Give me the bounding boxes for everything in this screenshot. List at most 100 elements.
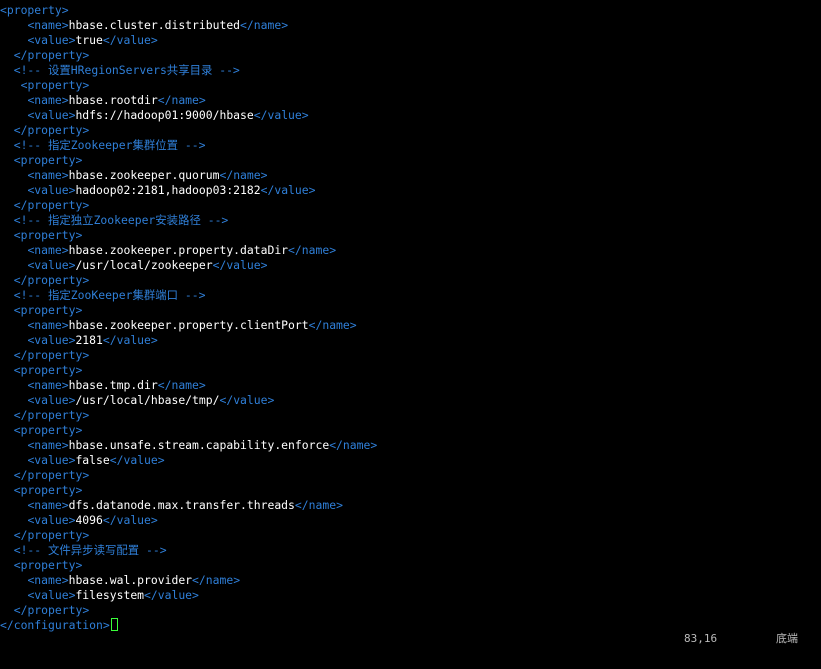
tag-name: property <box>27 273 83 287</box>
tag-bracket: > <box>336 498 343 512</box>
xml-comment: <!-- 设置HRegionServers共享目录 --> <box>13 63 240 77</box>
tag-bracket: </ <box>13 48 28 62</box>
tag-name: value <box>116 33 151 47</box>
tag-name: value <box>34 513 69 527</box>
tag-name: property <box>27 48 83 62</box>
tag-name: property <box>27 528 83 542</box>
code-line: </property> <box>0 408 821 423</box>
code-line: <name>hbase.zookeeper.property.dataDir</… <box>0 243 821 258</box>
tag-bracket: < <box>0 3 7 17</box>
xml-comment: <!-- 指定独立Zookeeper安装路径 --> <box>13 213 229 227</box>
tag-bracket: </ <box>13 408 28 422</box>
code-line: <value>filesystem</value> <box>0 588 821 603</box>
tag-bracket: > <box>82 273 90 287</box>
tag-name: value <box>267 108 302 122</box>
tag-bracket: </ <box>102 513 117 527</box>
tag-bracket: > <box>233 573 241 587</box>
tag-name: property <box>20 153 76 167</box>
tag-bracket: </ <box>308 318 323 332</box>
tag-bracket: > <box>349 318 357 332</box>
code-line: <name>hbase.cluster.distributed</name> <box>0 18 821 33</box>
tag-name: value <box>274 183 309 197</box>
tag-bracket: > <box>75 153 83 167</box>
status-line: 83,16 底端 <box>0 633 821 645</box>
tag-name: value <box>34 453 69 467</box>
tag-bracket: > <box>82 348 90 362</box>
code-line: <name>hbase.tmp.dir</name> <box>0 378 821 393</box>
tag-bracket: > <box>61 3 69 17</box>
tag-bracket: > <box>61 378 69 392</box>
tag-name: name <box>34 498 62 512</box>
tag-bracket: </ <box>13 528 28 542</box>
xml-comment: <!-- 文件异步读写配置 --> <box>13 543 167 557</box>
code-line: </property> <box>0 528 821 543</box>
tag-bracket: < <box>13 153 21 167</box>
code-line: </property> <box>0 468 821 483</box>
tag-name: property <box>27 198 83 212</box>
element-value: true <box>75 33 103 47</box>
element-value: false <box>75 453 110 467</box>
tag-name: property <box>27 78 83 92</box>
tag-bracket: > <box>281 18 289 32</box>
tag-bracket: </ <box>13 198 28 212</box>
tag-bracket: > <box>61 318 69 332</box>
tag-name: property <box>20 483 76 497</box>
tag-bracket: < <box>13 303 21 317</box>
element-value: 4096 <box>75 513 103 527</box>
terminal-editor[interactable]: <property> <name>hbase.cluster.distribut… <box>0 3 821 639</box>
tag-bracket: > <box>157 453 165 467</box>
code-line: <value>false</value> <box>0 453 821 468</box>
code-line: <property> <box>0 558 821 573</box>
element-value: 2181 <box>75 333 103 347</box>
tag-bracket: </ <box>294 498 309 512</box>
tag-name: value <box>34 33 69 47</box>
tag-bracket: > <box>75 363 83 377</box>
element-value: hadoop02:2181,hadoop03:2182 <box>75 183 261 197</box>
tag-bracket: > <box>150 33 158 47</box>
tag-bracket: > <box>61 168 69 182</box>
tag-name: value <box>34 588 69 602</box>
tag-bracket: </ <box>157 93 172 107</box>
code-line: <name>hbase.rootdir</name> <box>0 93 821 108</box>
tag-name: name <box>34 378 62 392</box>
tag-bracket: </ <box>329 438 343 452</box>
code-line: <property> <box>0 3 821 18</box>
tag-bracket: > <box>260 258 268 272</box>
text-cursor <box>110 618 118 631</box>
tag-name: value <box>34 183 69 197</box>
tag-bracket: > <box>308 183 316 197</box>
tag-name: value <box>157 588 193 602</box>
tag-bracket: > <box>82 468 90 482</box>
code-line: <name>hbase.unsafe.stream.capability.enf… <box>0 438 821 453</box>
element-value: /usr/local/hbase/tmp/ <box>75 393 220 407</box>
code-line: </property> <box>0 48 821 63</box>
tag-name: value <box>226 258 261 272</box>
tag-name: property <box>27 123 83 137</box>
tag-name: property <box>20 363 76 377</box>
tag-bracket: > <box>75 423 83 437</box>
tag-bracket: </ <box>102 33 117 47</box>
tag-bracket: < <box>13 228 21 242</box>
code-line: <property> <box>0 303 821 318</box>
tag-bracket: > <box>61 573 69 587</box>
code-line: </property> <box>0 348 821 363</box>
code-line: <name>hbase.wal.provider</name> <box>0 573 821 588</box>
tag-bracket: </ <box>240 18 254 32</box>
code-line: <property> <box>0 78 821 93</box>
tag-name: value <box>34 333 69 347</box>
code-line: <value>4096</value> <box>0 513 821 528</box>
tag-bracket: </ <box>219 393 234 407</box>
comment-line: <!-- 指定Zookeeper集群位置 --> <box>0 138 821 153</box>
